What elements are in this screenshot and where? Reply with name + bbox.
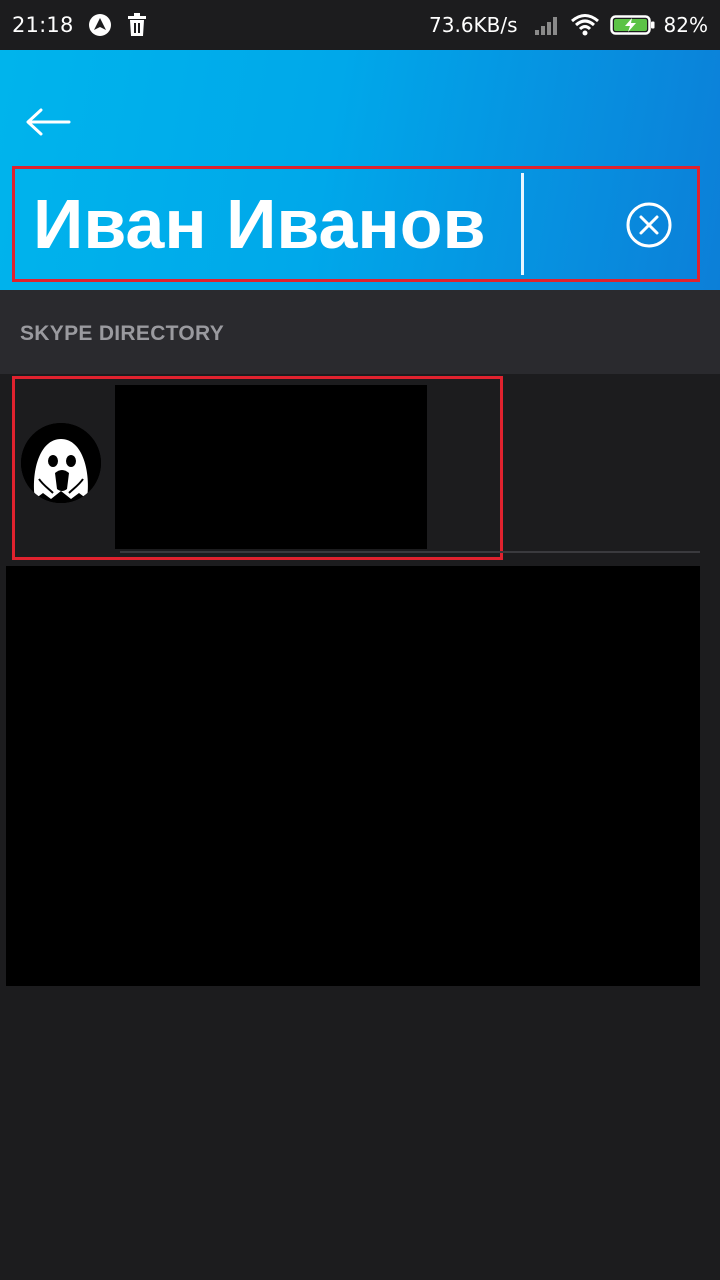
search-input[interactable] bbox=[33, 181, 593, 267]
directory-result-row[interactable] bbox=[12, 376, 503, 560]
back-button[interactable] bbox=[20, 100, 76, 144]
skype-directory-section: SKYPE DIRECTORY bbox=[0, 290, 720, 374]
status-bar: 21:18 73.6KB/s 82% bbox=[0, 0, 720, 50]
status-time: 21:18 bbox=[12, 13, 74, 37]
search-header bbox=[0, 50, 720, 290]
redacted-content-block bbox=[6, 566, 700, 986]
section-title: SKYPE DIRECTORY bbox=[20, 322, 225, 345]
status-bar-left: 21:18 bbox=[12, 13, 148, 37]
clear-search-button[interactable] bbox=[625, 201, 673, 249]
battery-charging-icon bbox=[609, 13, 656, 37]
network-speed: 73.6KB/s bbox=[429, 13, 518, 37]
wifi-icon bbox=[570, 13, 600, 37]
avatar bbox=[21, 423, 101, 503]
autopilot-icon bbox=[88, 13, 112, 37]
cell-signal-icon bbox=[534, 14, 560, 36]
text-cursor bbox=[521, 173, 524, 275]
trash-icon bbox=[126, 13, 148, 37]
row-divider bbox=[120, 551, 700, 553]
ghost-avatar-icon bbox=[21, 423, 101, 503]
close-circle-icon bbox=[626, 202, 672, 248]
battery-percent: 82% bbox=[663, 13, 708, 37]
search-box bbox=[12, 166, 700, 282]
arrow-left-icon bbox=[26, 108, 71, 136]
status-bar-right: 73.6KB/s 82% bbox=[429, 13, 708, 37]
redacted-contact-name bbox=[115, 385, 427, 549]
